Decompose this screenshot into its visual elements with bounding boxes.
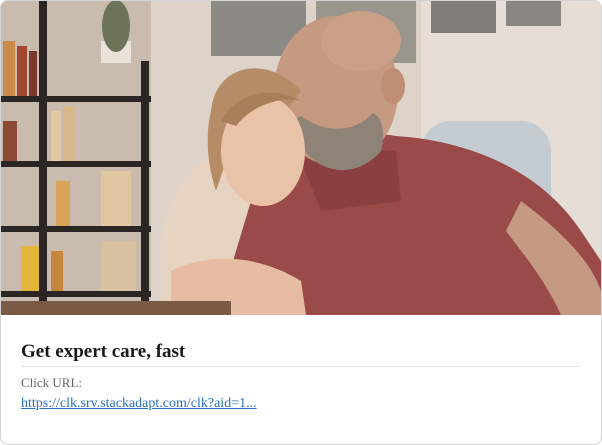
ad-title[interactable]: Get expert care, fast [21,341,581,367]
ad-image[interactable] [1,1,601,315]
click-url-label: Click URL: [21,375,83,390]
ad-content: Get expert care, fast Click URL: https:/… [21,341,581,412]
ad-card: Get expert care, fast Click URL: https:/… [0,0,602,445]
ad-photo-illustration [1,1,601,315]
click-url-link[interactable]: https://clk.srv.stackadapt.com/clk?aid=1… [21,395,257,412]
